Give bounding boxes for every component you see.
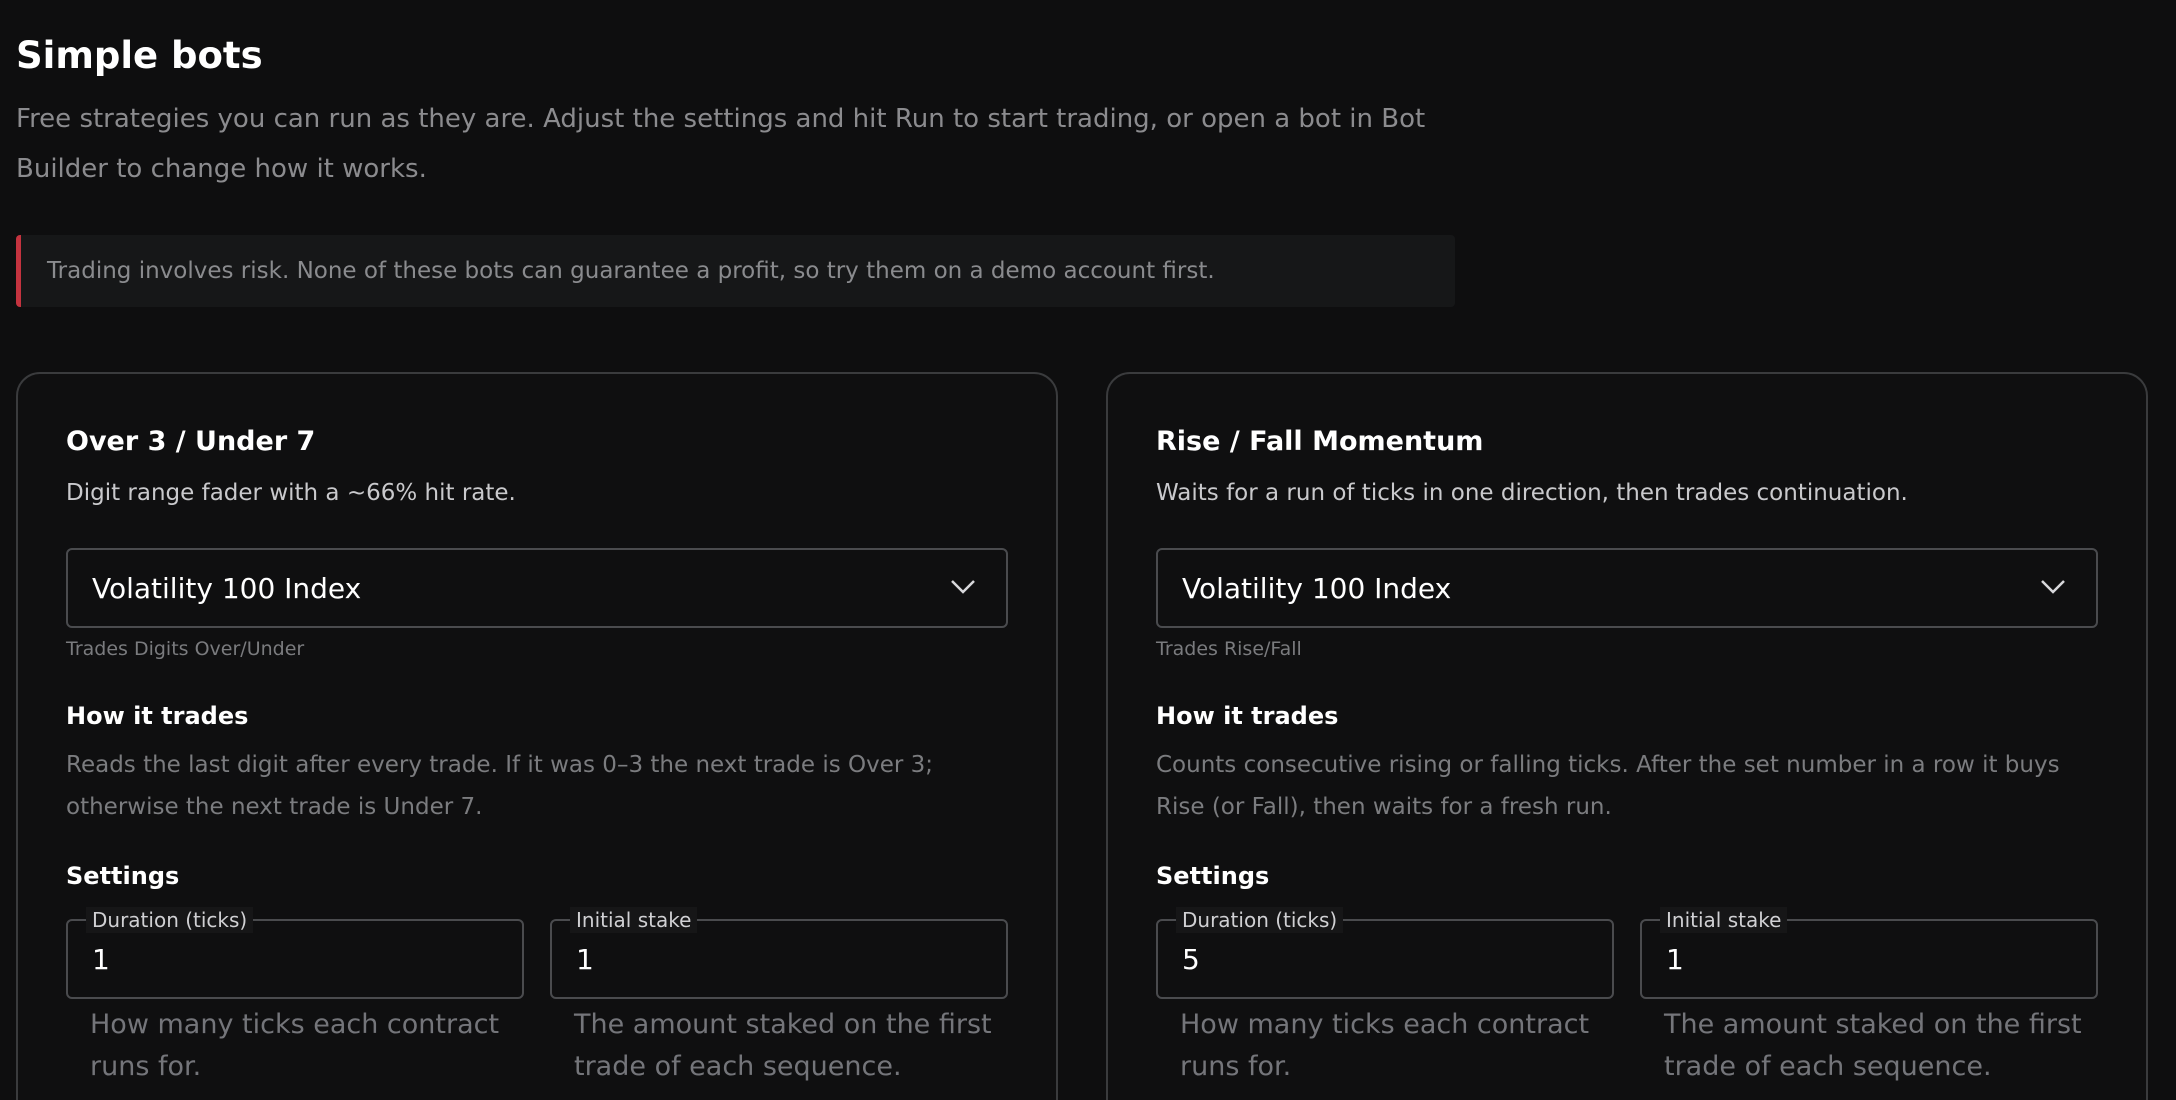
- risk-warning-text: Trading involves risk. None of these bot…: [47, 258, 1215, 284]
- duration-help-text: How many ticks each contract runs for.: [1180, 1009, 1590, 1082]
- how-it-trades-heading: How it trades: [1156, 702, 1339, 730]
- market-select-value: Volatility 100 Index: [1182, 571, 1452, 605]
- initial-stake-help-text: The amount staked on the first trade of …: [574, 1009, 992, 1082]
- initial-stake-help-text: The amount staked on the first trade of …: [1664, 1009, 2082, 1082]
- duration-value: 1: [92, 943, 110, 976]
- market-select[interactable]: Volatility 100 Index: [66, 548, 1008, 628]
- initial-stake-value: 1: [1666, 943, 1684, 976]
- bot-description: Waits for a run of ticks in one directio…: [1156, 480, 1908, 506]
- duration-label: Duration (ticks): [86, 907, 254, 933]
- duration-field[interactable]: Duration (ticks) 1: [66, 907, 524, 999]
- settings-heading: Settings: [66, 862, 180, 890]
- market-select-value: Volatility 100 Index: [92, 571, 362, 605]
- how-it-trades-text: Reads the last digit after every trade. …: [66, 752, 934, 820]
- chevron-down-icon: [951, 580, 975, 594]
- chevron-down-icon: [2041, 580, 2065, 594]
- duration-label: Duration (ticks): [1176, 907, 1344, 933]
- bot-card-over-under: Over 3 / Under 7 Digit range fader with …: [16, 372, 1058, 1100]
- duration-value: 5: [1182, 943, 1200, 976]
- simple-bots-page: Simple bots Free strategies you can run …: [0, 0, 2176, 1100]
- page-intro: Free strategies you can run as they are.…: [16, 104, 1426, 184]
- initial-stake-value: 1: [576, 943, 594, 976]
- market-select[interactable]: Volatility 100 Index: [1156, 548, 2098, 628]
- bot-title: Rise / Fall Momentum: [1156, 426, 1484, 457]
- bot-card-rise-fall: Rise / Fall Momentum Waits for a run of …: [1106, 372, 2148, 1100]
- market-help-text: Trades Rise/Fall: [1156, 638, 1302, 660]
- initial-stake-label: Initial stake: [570, 907, 698, 933]
- market-help-text: Trades Digits Over/Under: [66, 638, 305, 660]
- settings-heading: Settings: [1156, 862, 1270, 890]
- initial-stake-label: Initial stake: [1660, 907, 1788, 933]
- duration-help-text: How many ticks each contract runs for.: [90, 1009, 500, 1082]
- page-title: Simple bots: [16, 34, 263, 77]
- initial-stake-field[interactable]: Initial stake 1: [1640, 907, 2098, 999]
- bot-title: Over 3 / Under 7: [66, 426, 316, 457]
- bot-description: Digit range fader with a ~66% hit rate.: [66, 480, 516, 506]
- how-it-trades-heading: How it trades: [66, 702, 249, 730]
- risk-warning-banner: Trading involves risk. None of these bot…: [16, 235, 1455, 307]
- duration-field[interactable]: Duration (ticks) 5: [1156, 907, 1614, 999]
- initial-stake-field[interactable]: Initial stake 1: [550, 907, 1008, 999]
- how-it-trades-text: Counts consecutive rising or falling tic…: [1156, 752, 2060, 820]
